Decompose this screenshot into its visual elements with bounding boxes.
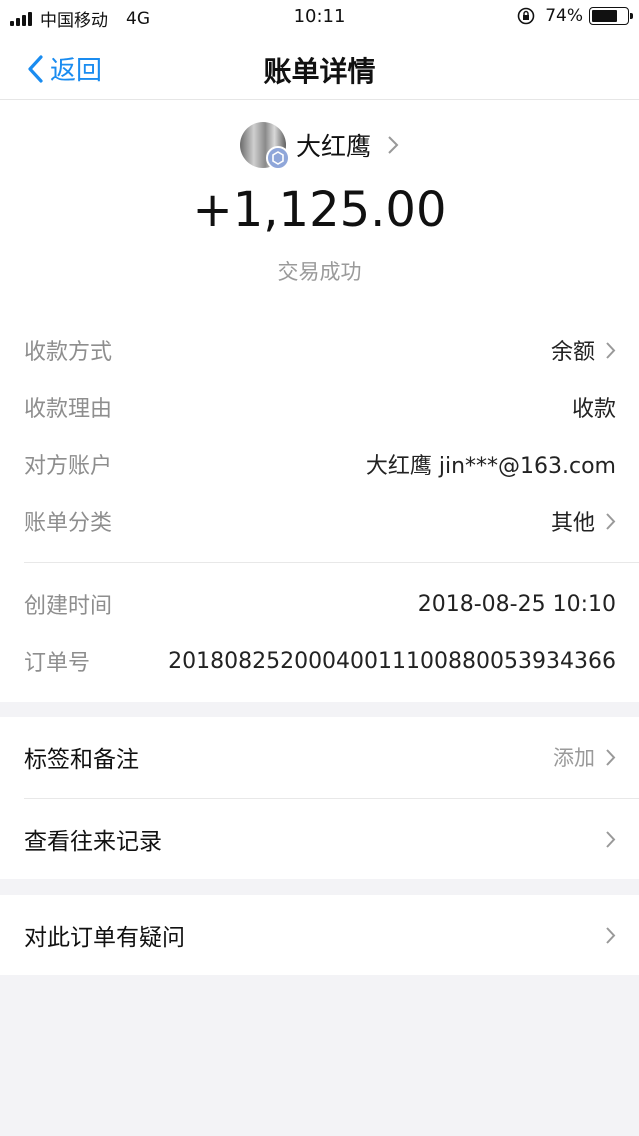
tags-value: 添加 <box>553 746 595 770</box>
avatar <box>239 122 290 170</box>
view-history-row[interactable]: 查看往来记录 <box>24 819 616 859</box>
question-card: 对此订单有疑问 <box>0 895 639 975</box>
detail-value: 余额 <box>550 340 595 365</box>
detail-label: 订单号 <box>24 651 91 676</box>
detail-row-reason: 收款理由 收款 <box>24 387 616 427</box>
divider <box>24 798 639 799</box>
detail-value: 收款 <box>571 397 616 422</box>
detail-label: 收款理由 <box>24 397 113 422</box>
battery-percent: 74% <box>545 6 583 26</box>
chevron-right-icon <box>606 926 616 944</box>
detail-row-category[interactable]: 账单分类 其他 <box>24 501 616 541</box>
detail-label: 对方账户 <box>24 454 113 479</box>
payee-link[interactable]: 大红鹰 <box>0 122 639 170</box>
battery-fill <box>592 10 618 22</box>
order-question-row[interactable]: 对此订单有疑问 <box>24 915 616 955</box>
amount: +1,125.00 <box>192 182 447 238</box>
detail-value: 大红鹰 jin***@163.com <box>365 454 616 479</box>
chevron-right-icon <box>388 136 399 154</box>
page-title: 账单详情 <box>263 55 376 88</box>
detail-label: 收款方式 <box>24 340 113 365</box>
question-label: 对此订单有疑问 <box>24 925 185 951</box>
tags-add-wrap: 添加 <box>553 742 616 772</box>
detail-label: 创建时间 <box>24 594 113 619</box>
battery-icon <box>589 7 633 25</box>
transaction-status: 交易成功 <box>277 260 362 284</box>
chevron-right-icon <box>606 830 616 848</box>
detail-value: 20180825200040011100880053934366 <box>168 648 616 674</box>
detail-label: 账单分类 <box>24 511 113 536</box>
detail-row-payment-method[interactable]: 收款方式 余额 <box>24 330 616 370</box>
chevron-right-icon <box>606 748 616 766</box>
detail-row-created-time: 创建时间 2018-08-25 10:10 <box>24 584 616 624</box>
tags-label: 标签和备注 <box>24 747 139 773</box>
badge-icon <box>265 146 290 170</box>
detail-value: 其他 <box>550 511 595 536</box>
payee-name: 大红鹰 <box>295 132 371 161</box>
actions-card: 标签和备注 添加 查看往来记录 <box>0 717 639 879</box>
status-right: 74% <box>517 6 633 26</box>
detail-value-wrap: 余额 <box>551 334 616 366</box>
chevron-right-icon <box>606 512 616 530</box>
chevron-right-icon <box>606 341 616 359</box>
tags-and-notes-row[interactable]: 标签和备注 添加 <box>24 737 616 777</box>
status-bar: 中国移动 4G 10:11 74% <box>0 0 639 36</box>
detail-row-counterparty: 对方账户 大红鹰 jin***@163.com <box>24 444 616 484</box>
detail-row-order-number: 订单号 20180825200040011100880053934366 <box>24 641 616 681</box>
bill-summary-card: 大红鹰 +1,125.00 交易成功 收款方式 余额 收款理由 收款 对方账户 … <box>0 100 639 702</box>
detail-value: 2018-08-25 10:10 <box>417 591 616 617</box>
divider <box>24 562 639 563</box>
detail-value-wrap: 其他 <box>551 505 616 537</box>
history-label: 查看往来记录 <box>24 829 162 855</box>
nav-bar: 返回 账单详情 <box>0 36 639 100</box>
rotation-lock-icon <box>517 7 535 25</box>
